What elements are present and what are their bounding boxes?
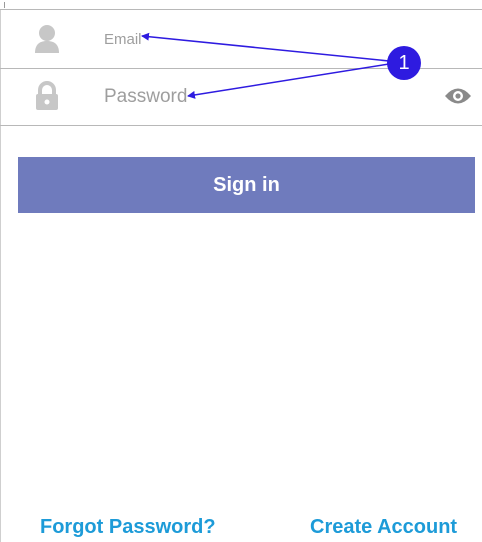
forgot-password-link[interactable]: Forgot Password? bbox=[40, 516, 216, 539]
top-divider bbox=[0, 0, 482, 10]
eye-icon[interactable] bbox=[444, 85, 472, 107]
password-field[interactable] bbox=[104, 82, 404, 112]
email-field[interactable] bbox=[104, 24, 404, 54]
create-account-link[interactable]: Create Account bbox=[310, 516, 457, 539]
annotation-badge: 1 bbox=[387, 46, 421, 80]
divider-tick bbox=[4, 2, 5, 8]
lock-icon bbox=[34, 81, 60, 111]
sign-in-button[interactable]: Sign in bbox=[18, 157, 475, 213]
person-icon bbox=[34, 24, 60, 54]
